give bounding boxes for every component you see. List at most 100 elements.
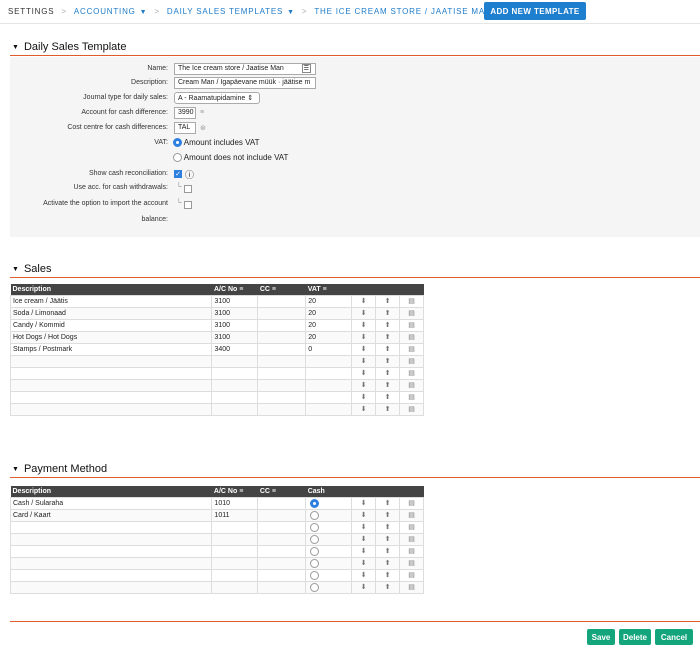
cell-ac[interactable]: 3100 (211, 294, 259, 308)
cell-desc[interactable] (9, 580, 213, 594)
cell-vat[interactable]: 20 (305, 318, 353, 332)
delete-row-icon[interactable]: ▤ (399, 366, 424, 380)
cell-cc[interactable] (257, 342, 307, 356)
cell-desc[interactable] (9, 354, 213, 368)
cell-cc[interactable] (257, 556, 307, 570)
translate-icon[interactable]: ☰ (301, 64, 311, 73)
cell-desc[interactable] (9, 402, 213, 416)
add-new-template-button[interactable]: ADD NEW TEMPLATE (484, 2, 586, 20)
delete-row-icon[interactable]: ▤ (399, 508, 424, 522)
arrow-up-icon[interactable]: ⬆ (375, 342, 401, 356)
cell-desc[interactable] (9, 556, 213, 570)
cell-desc[interactable]: Candy / Kommid (9, 318, 213, 332)
column-header-cc[interactable]: CC ≡ (257, 486, 306, 497)
column-header-description[interactable]: Description (10, 284, 212, 295)
list-icon[interactable]: ⊛ (200, 124, 206, 132)
arrow-up-icon[interactable]: ⬆ (375, 402, 401, 416)
column-header-ac[interactable]: A/C No ≡ (211, 284, 258, 295)
arrow-up-icon[interactable]: ⬆ (375, 390, 401, 404)
cell-cc[interactable] (257, 318, 307, 332)
radio-unselected-icon[interactable] (310, 510, 320, 520)
cell-ac[interactable] (211, 390, 259, 404)
cell-desc[interactable]: Soda / Limonaad (9, 306, 213, 320)
arrow-down-icon[interactable]: ⬇ (351, 520, 377, 534)
arrow-up-icon[interactable]: ⬆ (375, 544, 401, 558)
cell-desc[interactable]: Hot Dogs / Hot Dogs (9, 330, 213, 344)
delete-row-icon[interactable]: ▤ (399, 520, 424, 534)
cell-cc[interactable] (257, 390, 307, 404)
arrow-down-icon[interactable]: ⬇ (351, 318, 377, 332)
cell-desc[interactable]: Stamps / Postmark (9, 342, 213, 356)
arrow-up-icon[interactable]: ⬆ (375, 496, 401, 510)
delete-row-icon[interactable]: ▤ (399, 342, 424, 356)
delete-row-icon[interactable]: ▤ (399, 568, 424, 582)
cell-cc[interactable] (257, 366, 307, 380)
radio-unselected-icon[interactable] (310, 570, 320, 580)
arrow-down-icon[interactable]: ⬇ (351, 378, 377, 392)
delete-button[interactable]: Delete (619, 629, 651, 645)
cell-vat[interactable]: 20 (305, 294, 353, 308)
arrow-up-icon[interactable]: ⬆ (375, 568, 401, 582)
delete-row-icon[interactable]: ▤ (399, 390, 424, 404)
cell-desc[interactable] (9, 378, 213, 392)
cash-diff-account-field[interactable]: 3990 (174, 107, 196, 119)
delete-row-icon[interactable]: ▤ (399, 354, 424, 368)
delete-row-icon[interactable]: ▤ (399, 402, 424, 416)
arrow-up-icon[interactable]: ⬆ (375, 532, 401, 546)
arrow-up-icon[interactable]: ⬆ (375, 378, 401, 392)
cell-vat[interactable]: 20 (305, 306, 353, 320)
cell-desc[interactable]: Cash / Sularaha (9, 496, 213, 510)
section-header-template[interactable]: ▼ Daily Sales Template (12, 40, 700, 54)
arrow-down-icon[interactable]: ⬇ (351, 342, 377, 356)
arrow-down-icon[interactable]: ⬇ (351, 330, 377, 344)
arrow-down-icon[interactable]: ⬇ (351, 306, 377, 320)
breadcrumb-current[interactable]: THE ICE CREAM STORE / JAATISE MAN (314, 7, 491, 16)
arrow-down-icon[interactable]: ⬇ (351, 294, 377, 308)
column-header-vat[interactable]: VAT ≡ (305, 284, 352, 295)
arrow-up-icon[interactable]: ⬆ (375, 366, 401, 380)
arrow-up-icon[interactable]: ⬆ (375, 330, 401, 344)
name-field[interactable]: The Ice cream store / Jaatise Man ☰ (174, 63, 316, 75)
cell-ac[interactable] (211, 568, 259, 582)
cancel-button[interactable]: Cancel (655, 629, 693, 645)
cell-cc[interactable] (257, 306, 307, 320)
cell-desc[interactable] (9, 532, 213, 546)
arrow-down-icon[interactable]: ⬇ (351, 402, 377, 416)
arrow-down-icon[interactable]: ⬇ (351, 366, 377, 380)
cell-vat[interactable]: 20 (305, 330, 353, 344)
show-cash-recon-checkbox[interactable]: ✓ (174, 170, 182, 178)
radio-selected-icon[interactable] (173, 138, 182, 148)
cell-ac[interactable]: 3100 (211, 306, 259, 320)
arrow-up-icon[interactable]: ⬆ (375, 318, 401, 332)
column-header-description[interactable]: Description (10, 486, 212, 497)
arrow-up-icon[interactable]: ⬆ (375, 580, 401, 594)
cell-ac[interactable]: 3100 (211, 318, 259, 332)
save-button[interactable]: Save (587, 629, 615, 645)
cell-desc[interactable]: Card / Kaart (9, 508, 213, 522)
arrow-up-icon[interactable]: ⬆ (375, 294, 401, 308)
cell-desc[interactable] (9, 366, 213, 380)
cell-vat[interactable] (305, 402, 353, 416)
cell-ac[interactable] (211, 520, 259, 534)
cell-desc[interactable] (9, 544, 213, 558)
radio-unselected-icon[interactable] (310, 534, 320, 544)
import-balance-checkbox[interactable] (184, 201, 192, 209)
cell-cc[interactable] (257, 294, 307, 308)
cell-ac[interactable]: 3100 (211, 330, 259, 344)
description-field[interactable]: Cream Man / Igapäevane müük · jäätise m (174, 77, 316, 89)
cost-centre-field[interactable]: TAL (174, 122, 196, 134)
cell-cc[interactable] (257, 330, 307, 344)
cell-cc[interactable] (257, 402, 307, 416)
column-header-cc[interactable]: CC ≡ (257, 284, 306, 295)
cell-ac[interactable]: 1010 (211, 496, 259, 510)
info-icon[interactable]: ⓘ (185, 168, 194, 181)
cell-cc[interactable] (257, 520, 307, 534)
delete-row-icon[interactable]: ▤ (399, 318, 424, 332)
radio-unselected-icon[interactable] (310, 582, 320, 592)
cell-vat[interactable] (305, 354, 353, 368)
vat-excludes-option[interactable]: Amount does not include VAT (173, 153, 288, 163)
section-header-sales[interactable]: ▼ Sales (12, 262, 700, 276)
cell-ac[interactable] (211, 354, 259, 368)
cell-vat[interactable] (305, 378, 353, 392)
vat-includes-option[interactable]: Amount includes VAT (173, 138, 260, 148)
